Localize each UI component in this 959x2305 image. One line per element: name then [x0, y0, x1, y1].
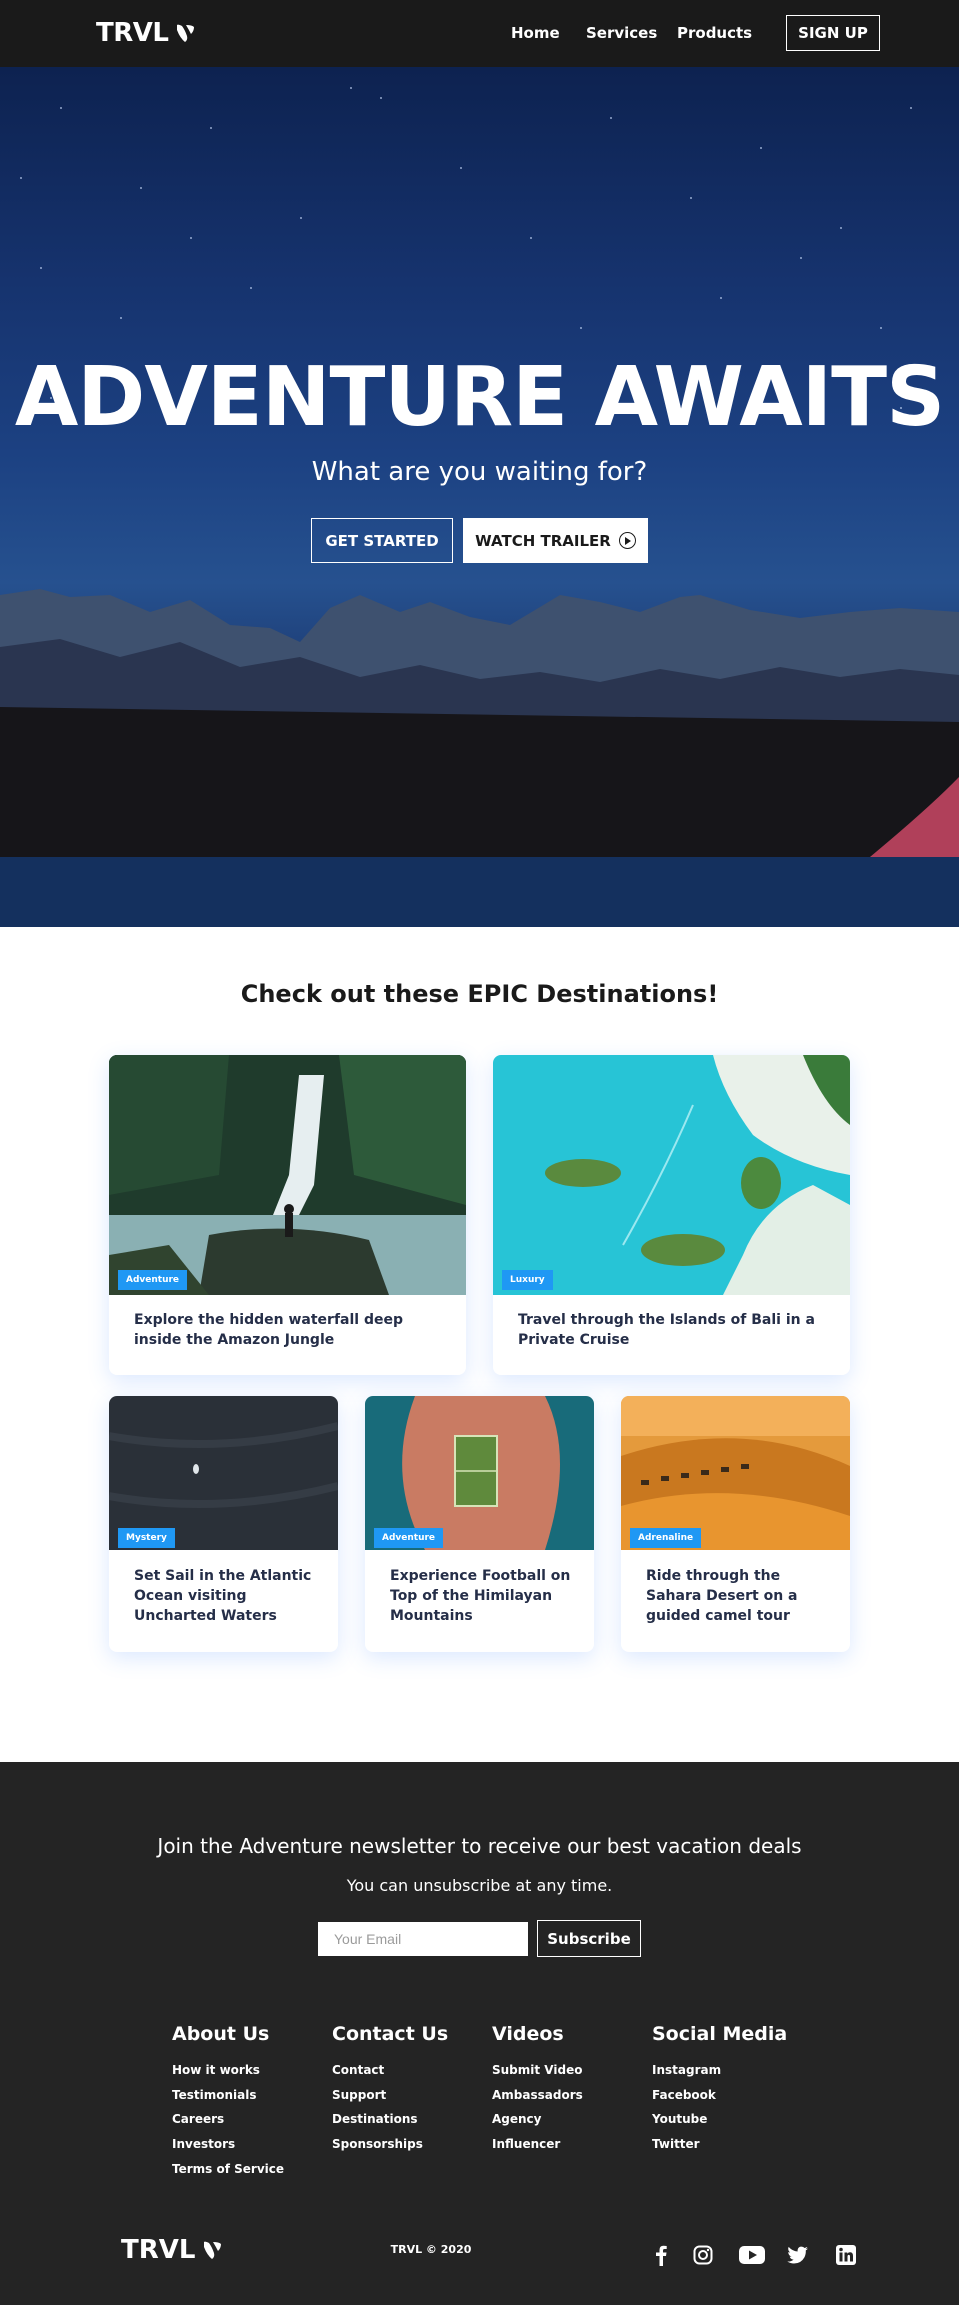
facebook-icon[interactable] [649, 2243, 673, 2267]
footer-link[interactable]: Ambassadors [492, 2088, 583, 2102]
typo3-logo-icon [177, 24, 195, 42]
tag-adventure: Adventure [118, 1270, 188, 1290]
footer-link[interactable]: Instagram [652, 2063, 721, 2077]
card-image-himalayan [365, 1396, 594, 1550]
watch-trailer-label: WATCH TRAILER [475, 531, 611, 550]
destination-card-waterfall[interactable]: Adventure Explore the hidden waterfall d… [109, 1055, 466, 1375]
instagram-icon[interactable] [691, 2243, 715, 2267]
hero-section: ADVENTURE AWAITS What are you waiting fo… [0, 67, 959, 927]
nav-home[interactable]: Home [511, 24, 560, 42]
navbar: TRVL Home Services Products SIGN UP [0, 0, 959, 67]
destination-card-sahara[interactable]: Adrenaline Ride through the Sahara Deser… [621, 1396, 850, 1652]
footer-link[interactable]: Sponsorships [332, 2137, 423, 2151]
mountain-silhouette [0, 589, 959, 927]
card-image-bali [493, 1055, 850, 1295]
card-description: Set Sail in the Atlantic Ocean visiting … [134, 1568, 312, 1624]
subscribe-button[interactable]: Subscribe [537, 1920, 641, 1957]
card-description: Experience Football on Top of the Himila… [390, 1568, 571, 1624]
linkedin-icon[interactable] [834, 2243, 858, 2267]
email-input[interactable] [318, 1922, 528, 1956]
footer-link[interactable]: Influencer [492, 2137, 560, 2151]
footer-link[interactable]: Contact [332, 2063, 384, 2077]
destination-card-bali[interactable]: Luxury Travel through the Islands of Bal… [493, 1055, 850, 1375]
destination-card-atlantic[interactable]: Mystery Set Sail in the Atlantic Ocean v… [109, 1396, 338, 1652]
card-image-sahara [621, 1396, 850, 1550]
footer-col-videos-title: Videos [492, 2023, 564, 2045]
hero-title: ADVENTURE AWAITS [14, 350, 945, 445]
footer-col-social-title: Social Media [652, 2023, 788, 2045]
footer-link[interactable]: Support [332, 2088, 386, 2102]
footer-link[interactable]: Twitter [652, 2137, 700, 2151]
footer-link[interactable]: Terms of Service [172, 2162, 284, 2176]
get-started-button[interactable]: GET STARTED [311, 518, 453, 563]
footer-col-contact-title: Contact Us [332, 2023, 449, 2045]
footer-col-about-title: About Us [172, 2023, 270, 2045]
footer-link[interactable]: How it works [172, 2063, 260, 2077]
logo-text: TRVL [96, 18, 169, 48]
card-description: Explore the hidden waterfall deep inside… [134, 1312, 403, 1348]
signup-button[interactable]: SIGN UP [786, 15, 880, 51]
card-image-atlantic [109, 1396, 338, 1550]
youtube-icon[interactable] [738, 2243, 766, 2267]
newsletter-title: Join the Adventure newsletter to receive… [157, 1834, 802, 1858]
play-icon [618, 532, 636, 549]
nav-services[interactable]: Services [586, 24, 657, 42]
logo[interactable]: TRVL [96, 18, 196, 48]
tag-adventure: Adventure [374, 1528, 444, 1548]
footer-link[interactable]: Youtube [652, 2112, 707, 2126]
tag-adrenaline: Adrenaline [630, 1528, 702, 1548]
nav-products[interactable]: Products [677, 24, 752, 42]
copyright: TRVL © 2020 [390, 2243, 472, 2256]
tag-mystery: Mystery [118, 1528, 175, 1548]
card-description: Ride through the Sahara Desert on a guid… [646, 1568, 798, 1624]
footer-link[interactable]: Facebook [652, 2088, 716, 2102]
newsletter-subtitle: You can unsubscribe at any time. [346, 1876, 613, 1895]
footer-link[interactable]: Testimonials [172, 2088, 256, 2102]
card-description: Travel through the Islands of Bali in a … [518, 1312, 815, 1348]
footer-link[interactable]: Agency [492, 2112, 542, 2126]
twitter-icon[interactable] [786, 2243, 810, 2267]
watch-trailer-button[interactable]: WATCH TRAILER [463, 518, 648, 563]
tag-luxury: Luxury [502, 1270, 553, 1290]
footer-link[interactable]: Investors [172, 2137, 235, 2151]
footer-link[interactable]: Careers [172, 2112, 224, 2126]
destination-card-himalayan[interactable]: Adventure Experience Football on Top of … [365, 1396, 594, 1652]
footer-link[interactable]: Destinations [332, 2112, 418, 2126]
footer-link[interactable]: Submit Video [492, 2063, 582, 2077]
hero-subtitle: What are you waiting for? [311, 457, 648, 487]
card-image-waterfall [109, 1055, 466, 1295]
destinations-heading: Check out these EPIC Destinations! [240, 980, 719, 1008]
